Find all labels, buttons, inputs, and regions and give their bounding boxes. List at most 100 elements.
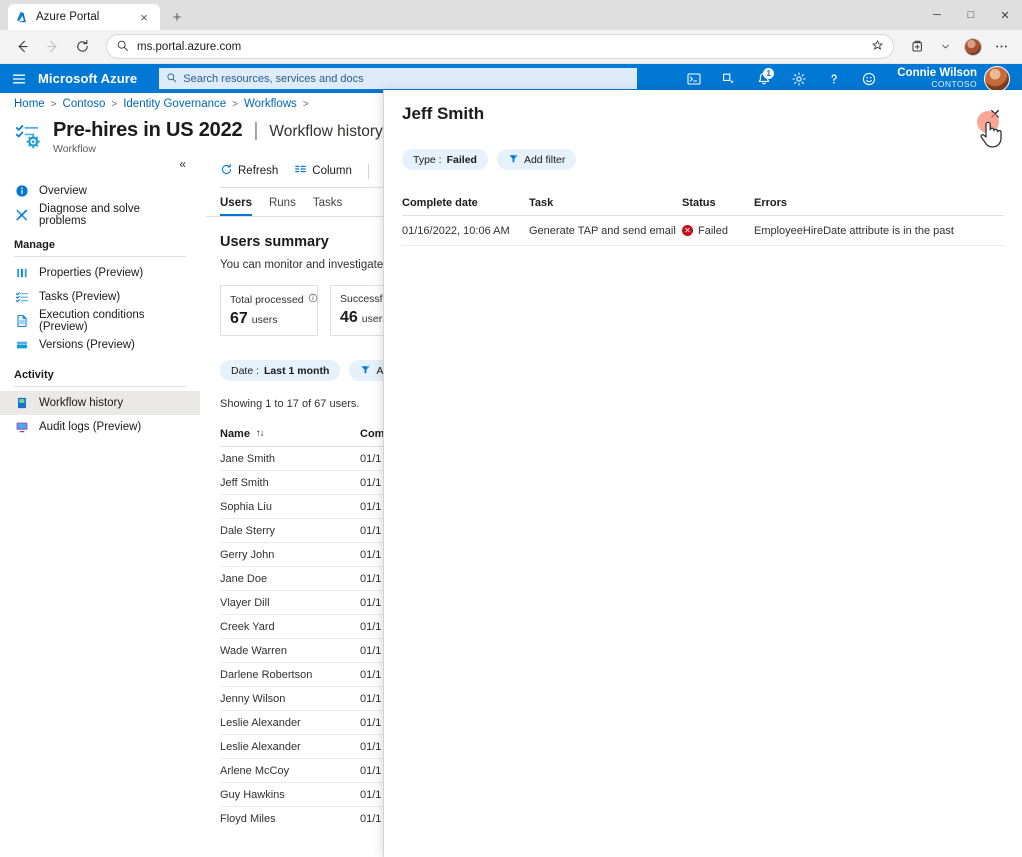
- help-icon[interactable]: [817, 64, 850, 93]
- user-name-cell[interactable]: Darlene Robertson: [220, 669, 360, 681]
- sidebar-item-overview[interactable]: Overview: [0, 179, 200, 203]
- sidebar-item-workflow-history[interactable]: Workflow history: [0, 391, 200, 415]
- back-button[interactable]: [8, 34, 36, 60]
- collections-icon[interactable]: [904, 34, 930, 60]
- tab-runs[interactable]: Runs: [269, 197, 296, 216]
- azure-logo-icon: [15, 10, 29, 24]
- sidebar-item-label: Versions (Preview): [39, 339, 135, 351]
- notification-badge: 1: [763, 68, 774, 79]
- user-name-cell[interactable]: Dale Sterry: [220, 525, 360, 537]
- filter-chip-prefix: Type :: [413, 154, 442, 166]
- notifications-icon[interactable]: 1: [747, 64, 780, 93]
- breadcrumb-item-contoso[interactable]: Contoso: [63, 98, 106, 110]
- search-icon: [166, 72, 177, 86]
- info-circle-icon[interactable]: [308, 293, 318, 306]
- panel-add-filter-button[interactable]: Add filter: [497, 149, 576, 170]
- browser-tab-title: Azure Portal: [36, 11, 128, 23]
- card-value: 46: [340, 309, 358, 327]
- column-header-name[interactable]: Name: [220, 428, 250, 440]
- user-name-cell[interactable]: Guy Hawkins: [220, 789, 360, 801]
- sidebar-item-diagnose[interactable]: Diagnose and solve problems: [0, 203, 200, 227]
- browser-tab-close-icon[interactable]: ×: [135, 8, 153, 26]
- panel-column-complete-date[interactable]: Complete date: [402, 197, 529, 209]
- browser-tab-strip: Azure Portal × + ─ □ ✕: [0, 0, 1022, 30]
- sidebar-divider: [14, 256, 186, 257]
- more-options-icon[interactable]: [988, 34, 1014, 60]
- user-name-cell[interactable]: Jane Doe: [220, 573, 360, 585]
- tab-tasks[interactable]: Tasks: [313, 197, 342, 216]
- azure-brand-label[interactable]: Microsoft Azure: [38, 71, 137, 86]
- azure-top-bar: Microsoft Azure Search resources, servic…: [0, 64, 1022, 93]
- breadcrumb-item-identity-governance[interactable]: Identity Governance: [123, 98, 226, 110]
- window-maximize-button[interactable]: □: [954, 0, 988, 30]
- error-message-cell: EmployeeHireDate attribute is in the pas…: [754, 225, 1004, 237]
- user-name-cell[interactable]: Wade Warren: [220, 645, 360, 657]
- status-label: Failed: [698, 225, 728, 237]
- reload-button[interactable]: [68, 34, 96, 60]
- hamburger-menu-icon[interactable]: [0, 64, 38, 93]
- column-icon: [294, 163, 307, 179]
- sidebar-item-audit-logs[interactable]: Audit logs (Preview): [0, 415, 200, 439]
- sidebar-item-label: Overview: [39, 185, 87, 197]
- window-minimize-button[interactable]: ─: [920, 0, 954, 30]
- sidebar-item-tasks[interactable]: Tasks (Preview): [0, 285, 200, 309]
- browser-toolbar: ms.portal.azure.com: [0, 30, 1022, 64]
- user-name-cell[interactable]: Jenny Wilson: [220, 693, 360, 705]
- panel-column-status[interactable]: Status: [682, 197, 754, 209]
- azure-search-placeholder: Search resources, services and docs: [183, 73, 363, 85]
- chevron-down-icon[interactable]: [932, 34, 958, 60]
- feedback-icon[interactable]: [852, 64, 885, 93]
- filter-chip-type[interactable]: Type : Failed: [402, 149, 488, 170]
- versions-layers-icon: [14, 337, 30, 353]
- user-name-cell[interactable]: Gerry John: [220, 549, 360, 561]
- forward-button[interactable]: [38, 34, 66, 60]
- sidebar-collapse-button[interactable]: «: [0, 157, 200, 179]
- user-name-cell[interactable]: Jeff Smith: [220, 477, 360, 489]
- status-cell: ✕ Failed: [682, 225, 754, 237]
- error-circle-icon: ✕: [682, 225, 693, 236]
- panel-column-task[interactable]: Task: [529, 197, 682, 209]
- sidebar-item-execution-conditions[interactable]: Execution conditions (Preview): [0, 309, 200, 333]
- sidebar-item-properties[interactable]: Properties (Preview): [0, 261, 200, 285]
- breadcrumb-separator: >: [303, 99, 309, 110]
- panel-header: Jeff Smith ✕: [384, 90, 1022, 127]
- address-bar[interactable]: ms.portal.azure.com: [106, 34, 894, 59]
- sidebar-item-versions[interactable]: Versions (Preview): [0, 333, 200, 357]
- user-account-menu[interactable]: Connie Wilson CONTOSO: [887, 66, 1014, 92]
- browser-profile-avatar[interactable]: [960, 34, 986, 60]
- window-close-button[interactable]: ✕: [988, 0, 1022, 30]
- search-icon: [116, 39, 129, 55]
- column-label: Column: [312, 165, 352, 177]
- directories-subscriptions-icon[interactable]: [712, 64, 745, 93]
- favorites-star-icon[interactable]: [871, 39, 884, 55]
- user-name-cell[interactable]: Sophia Liu: [220, 501, 360, 513]
- panel-title: Jeff Smith: [402, 104, 982, 124]
- user-name-cell[interactable]: Creek Yard: [220, 621, 360, 633]
- user-name-cell[interactable]: Leslie Alexander: [220, 717, 360, 729]
- tab-users[interactable]: Users: [220, 197, 252, 216]
- panel-add-filter-label: Add filter: [524, 154, 565, 166]
- refresh-button[interactable]: Refresh: [220, 163, 278, 179]
- sidebar-section-manage: Manage: [0, 227, 200, 254]
- new-tab-button[interactable]: +: [168, 8, 186, 26]
- column-button[interactable]: Column: [294, 163, 352, 179]
- settings-gear-icon[interactable]: [782, 64, 815, 93]
- cloud-shell-icon[interactable]: [677, 64, 710, 93]
- browser-tab[interactable]: Azure Portal ×: [8, 4, 160, 30]
- sidebar-section-activity: Activity: [0, 357, 200, 384]
- breadcrumb-item-home[interactable]: Home: [14, 98, 45, 110]
- user-name-cell[interactable]: Vlayer Dill: [220, 597, 360, 609]
- azure-search-input[interactable]: Search resources, services and docs: [159, 68, 637, 89]
- panel-column-errors[interactable]: Errors: [754, 197, 1004, 209]
- panel-table: Complete date Task Status Errors 01/16/2…: [384, 170, 1022, 246]
- user-name-cell[interactable]: Jane Smith: [220, 453, 360, 465]
- breadcrumb-item-workflows[interactable]: Workflows: [244, 98, 297, 110]
- user-name-cell[interactable]: Leslie Alexander: [220, 741, 360, 753]
- user-name-cell[interactable]: Arlene McCoy: [220, 765, 360, 777]
- filter-icon: [508, 153, 519, 167]
- filter-chip-date[interactable]: Date : Last 1 month: [220, 360, 340, 381]
- panel-table-row[interactable]: 01/16/2022, 10:06 AMGenerate TAP and sen…: [402, 216, 1004, 246]
- user-name-cell[interactable]: Floyd Miles: [220, 813, 360, 825]
- avatar: [984, 66, 1010, 92]
- sort-icon[interactable]: ↑↓: [256, 428, 264, 439]
